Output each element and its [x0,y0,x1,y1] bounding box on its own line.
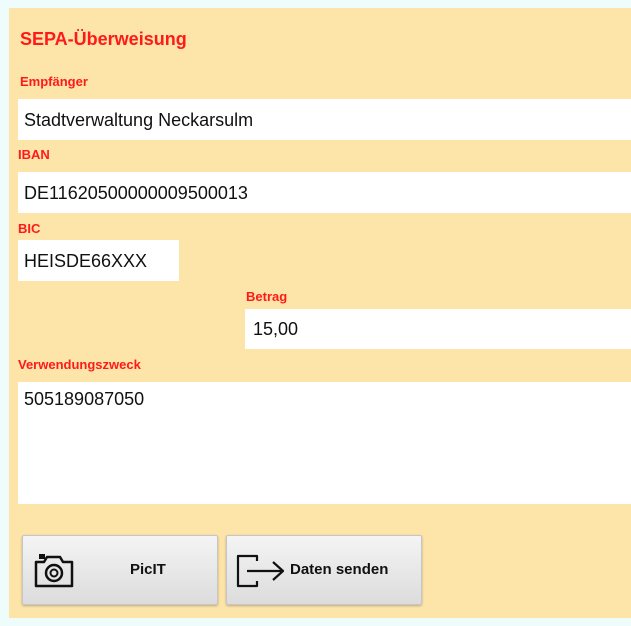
recipient-label: Empfänger [20,74,88,89]
send-data-button[interactable]: Daten senden [226,535,422,605]
form-title: SEPA-Überweisung [20,29,187,49]
picit-button[interactable]: PicIT [22,535,218,605]
send-data-button-label: Daten senden [290,561,389,578]
bic-label: BIC [18,221,41,236]
purpose-label: Verwendungszweck [18,357,141,372]
recipient-field[interactable]: Stadtverwaltung Neckarsulm [18,99,631,140]
iban-field[interactable]: DE11620500000009500013 [18,172,631,213]
camera-icon [33,553,75,594]
iban-label: IBAN [18,147,50,162]
bic-field[interactable]: HEISDE66XXX [18,240,179,281]
amount-label: Betrag [246,289,288,304]
purpose-field[interactable]: 505189087050 [18,382,631,504]
picit-button-label: PicIT [130,561,166,578]
amount-field[interactable]: 15,00 [245,309,631,349]
export-arrow-icon [235,553,285,594]
